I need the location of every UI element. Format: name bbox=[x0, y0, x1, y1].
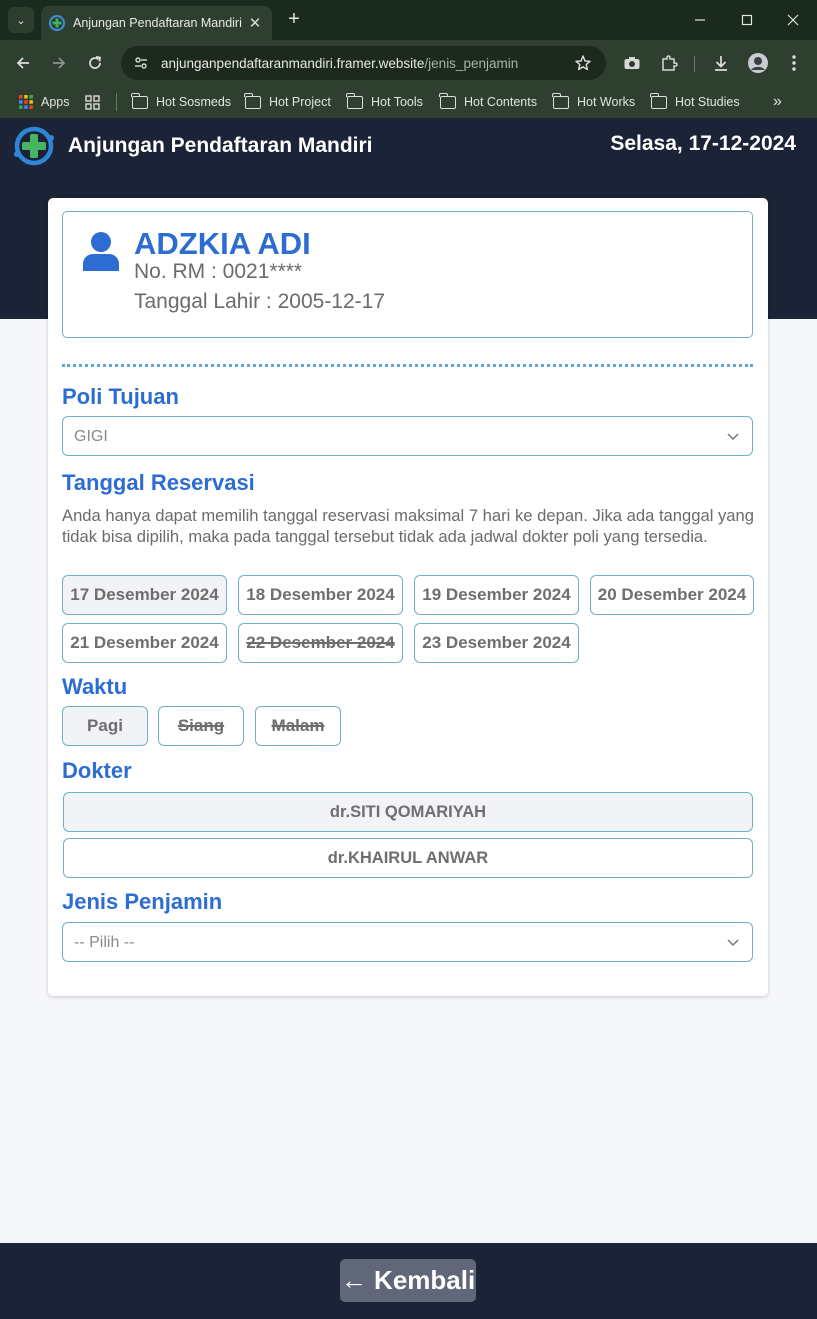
doctor-option-siti-qomariyah[interactable]: dr.SITI QOMARIYAH bbox=[63, 792, 753, 832]
new-tab-icon[interactable]: + bbox=[282, 8, 306, 32]
forward-arrow-icon[interactable] bbox=[47, 51, 71, 75]
penjamin-select-placeholder: -- Pilih -- bbox=[74, 934, 135, 951]
bookmark-hot-tools[interactable]: Hot Tools bbox=[346, 92, 423, 112]
section-divider bbox=[62, 364, 753, 367]
chevron-down-icon bbox=[727, 433, 739, 441]
patient-rm-number: No. RM : 0021**** bbox=[134, 260, 303, 283]
poli-select[interactable]: GIGI bbox=[62, 416, 753, 456]
bookmarks-bar: Apps Hot Sosmeds Hot Project Hot Tools H… bbox=[0, 86, 817, 118]
folder-icon bbox=[439, 92, 456, 109]
folder-icon bbox=[650, 92, 667, 109]
penjamin-label: Jenis Penjamin bbox=[62, 889, 223, 914]
time-option-siang-unavailable: Siang bbox=[158, 706, 244, 746]
bookmark-apps[interactable]: Apps bbox=[19, 92, 70, 112]
penjamin-select[interactable]: -- Pilih -- bbox=[62, 922, 753, 962]
patient-birth-date: Tanggal Lahir : 2005-12-17 bbox=[134, 290, 386, 313]
screenshot-camera-icon[interactable] bbox=[620, 51, 644, 75]
site-settings-icon[interactable] bbox=[133, 55, 149, 71]
minimize-icon[interactable] bbox=[688, 8, 712, 32]
dokter-label: Dokter bbox=[62, 758, 132, 783]
reservasi-label: Tanggal Reservasi bbox=[62, 470, 255, 495]
browser-tab[interactable]: Anjungan Pendaftaran Mandiri ✕ bbox=[41, 6, 272, 40]
time-option-malam-unavailable: Malam bbox=[255, 706, 341, 746]
address-bar[interactable]: anjunganpendaftaranmandiri.framer.websit… bbox=[121, 46, 606, 80]
waktu-label: Waktu bbox=[62, 674, 128, 699]
clinic-logo-icon bbox=[14, 126, 54, 166]
bookmark-label: Hot Sosmeds bbox=[156, 95, 232, 109]
bookmark-label: Hot Contents bbox=[464, 95, 537, 109]
bookmark-label: Hot Works bbox=[577, 95, 636, 109]
url-text: anjunganpendaftaranmandiri.framer.websit… bbox=[161, 56, 518, 71]
bookmark-label: Hot Tools bbox=[371, 95, 423, 109]
browser-toolbar: anjunganpendaftaranmandiri.framer.websit… bbox=[0, 40, 817, 86]
url-path: /jenis_penjamin bbox=[424, 55, 519, 71]
bookmark-star-icon[interactable] bbox=[574, 54, 592, 72]
patient-name: ADZKIA ADI bbox=[134, 226, 311, 261]
extensions-puzzle-icon[interactable] bbox=[657, 51, 681, 75]
date-option-17[interactable]: 17 Desember 2024 bbox=[62, 575, 227, 615]
person-icon bbox=[83, 232, 119, 271]
folder-icon bbox=[346, 92, 363, 109]
folder-icon bbox=[131, 92, 148, 109]
doctor-option-khairul-anwar[interactable]: dr.KHAIRUL ANWAR bbox=[63, 838, 753, 878]
browser-tab-bar: ⌄ Anjungan Pendaftaran Mandiri ✕ + bbox=[0, 0, 817, 40]
tab-close-icon[interactable]: ✕ bbox=[246, 14, 264, 32]
patient-info-box: ADZKIA ADI No. RM : 0021**** Tanggal Lah… bbox=[62, 211, 753, 338]
date-option-18[interactable]: 18 Desember 2024 bbox=[238, 575, 403, 615]
toolbar-separator bbox=[694, 56, 695, 72]
current-date: Selasa, 17-12-2024 bbox=[610, 132, 796, 155]
date-option-21[interactable]: 21 Desember 2024 bbox=[62, 623, 227, 663]
tab-groups-icon[interactable] bbox=[85, 92, 100, 112]
maximize-icon[interactable] bbox=[735, 8, 759, 32]
bookmark-hot-studies[interactable]: Hot Studies bbox=[650, 92, 740, 112]
url-host: anjunganpendaftaranmandiri.framer.websit… bbox=[161, 55, 425, 71]
bookmark-hot-contents[interactable]: Hot Contents bbox=[439, 92, 537, 112]
apps-grid-icon bbox=[19, 95, 33, 109]
browser-menu-icon[interactable] bbox=[782, 51, 806, 75]
profile-avatar-icon[interactable] bbox=[746, 51, 770, 75]
app-title: Anjungan Pendaftaran Mandiri bbox=[68, 134, 373, 157]
bookmark-hot-works[interactable]: Hot Works bbox=[552, 92, 636, 112]
window-close-icon[interactable] bbox=[781, 8, 805, 32]
chevron-down-icon bbox=[727, 939, 739, 947]
reload-icon[interactable] bbox=[83, 51, 107, 75]
poli-label: Poli Tujuan bbox=[62, 384, 179, 409]
bookmark-hot-project[interactable]: Hot Project bbox=[244, 92, 331, 112]
more-bookmarks-chevron-icon[interactable]: » bbox=[773, 92, 782, 112]
page-footer: ← Kembali bbox=[0, 1243, 817, 1319]
bookmark-label: Hot Studies bbox=[675, 95, 740, 109]
registration-card: ADZKIA ADI No. RM : 0021**** Tanggal Lah… bbox=[48, 198, 768, 996]
date-option-23[interactable]: 23 Desember 2024 bbox=[414, 623, 579, 663]
site-favicon-icon bbox=[49, 15, 65, 31]
folder-icon bbox=[552, 92, 569, 109]
bookmark-label: Hot Project bbox=[269, 95, 331, 109]
bookmark-apps-label: Apps bbox=[41, 95, 70, 109]
back-arrow-icon[interactable] bbox=[11, 51, 35, 75]
reservasi-description: Anda hanya dapat memilih tanggal reserva… bbox=[62, 506, 754, 546]
date-option-20[interactable]: 20 Desember 2024 bbox=[590, 575, 754, 615]
tab-search-chevron-icon[interactable]: ⌄ bbox=[8, 7, 34, 33]
bookmark-hot-sosmeds[interactable]: Hot Sosmeds bbox=[131, 92, 232, 112]
poli-select-value: GIGI bbox=[74, 428, 108, 445]
back-button[interactable]: ← Kembali bbox=[340, 1259, 476, 1302]
bookmarks-separator bbox=[116, 93, 117, 111]
folder-icon bbox=[244, 92, 261, 109]
download-icon[interactable] bbox=[709, 51, 733, 75]
time-option-pagi[interactable]: Pagi bbox=[62, 706, 148, 746]
date-option-22-unavailable: 22 Desember 2024 bbox=[238, 623, 403, 663]
tab-title: Anjungan Pendaftaran Mandiri bbox=[73, 16, 242, 30]
date-option-19[interactable]: 19 Desember 2024 bbox=[414, 575, 579, 615]
